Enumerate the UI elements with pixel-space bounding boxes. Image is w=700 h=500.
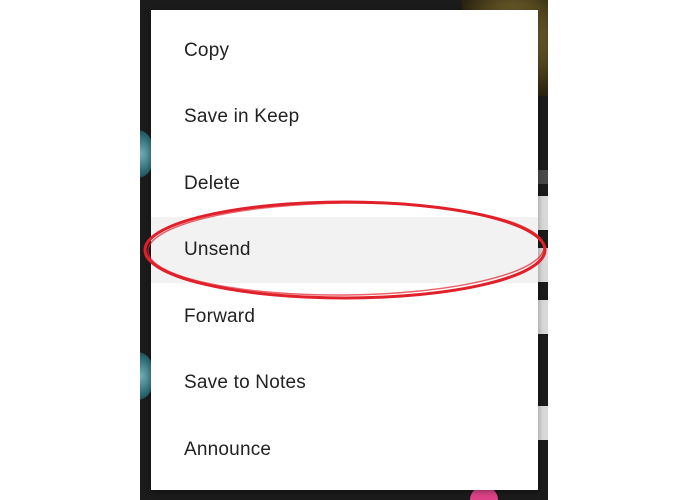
menu-item-label: Announce [184,439,272,460]
message-context-menu: Copy Save in Keep Delete Unsend Forward … [151,10,538,490]
screenshot-page: Copy Save in Keep Delete Unsend Forward … [0,0,700,500]
menu-item-copy[interactable]: Copy [151,18,538,84]
menu-item-label: Copy [184,40,230,61]
menu-item-delete[interactable]: Delete [151,151,538,217]
menu-item-label: Forward [184,306,256,327]
menu-item-unsend[interactable]: Unsend [151,217,538,283]
menu-item-label: Delete [184,173,241,194]
menu-item-label: Unsend [184,239,251,260]
menu-item-save-to-notes[interactable]: Save to Notes [151,350,538,416]
menu-item-label: Save to Notes [184,372,306,393]
menu-item-label: Save in Keep [184,106,300,127]
menu-item-save-in-keep[interactable]: Save in Keep [151,84,538,150]
menu-item-forward[interactable]: Forward [151,284,538,350]
menu-item-announce[interactable]: Announce [151,417,538,483]
